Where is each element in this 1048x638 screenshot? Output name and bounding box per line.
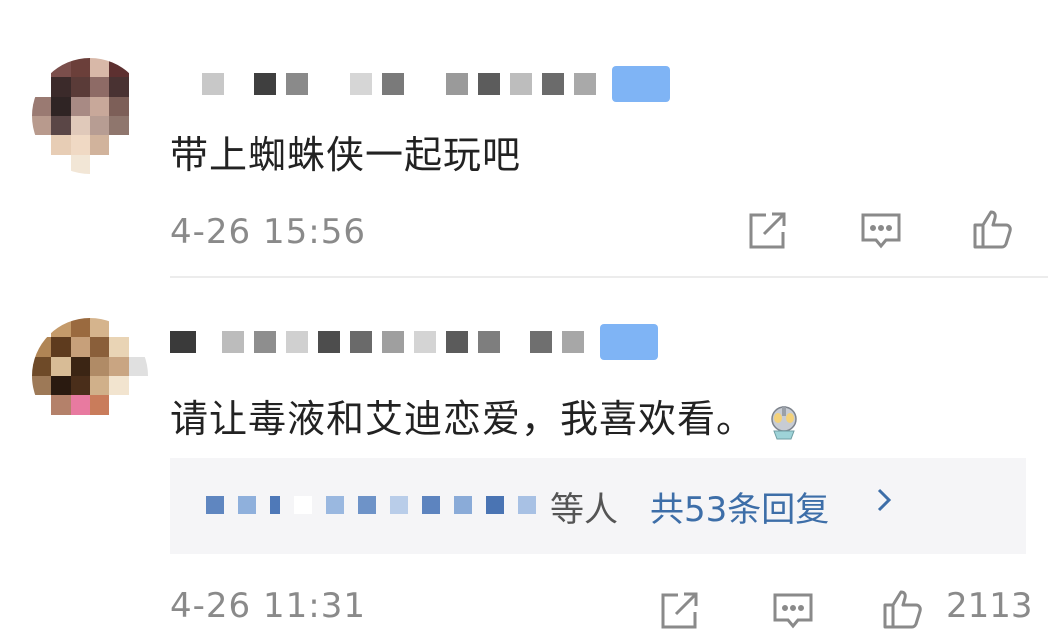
avatar-pixel [128,356,148,376]
avatar-pixel [90,77,110,97]
avatar-pixel [70,96,90,116]
avatar-pixel [90,96,110,116]
avatar-pixel [128,116,148,136]
comment-time: 4-26 15:56 [170,212,366,252]
avatar-pixel [109,356,129,376]
avatar-pixel [70,395,90,415]
share-icon[interactable] [656,588,702,634]
share-icon[interactable] [744,208,790,254]
avatar-pixel [109,96,129,116]
comment-text: 带上蜘蛛侠一起玩吧 [170,133,522,177]
avatar-pixel [70,356,90,376]
avatar-pixel [51,116,71,136]
avatar-pixel [90,356,110,376]
avatar-pixel [128,77,148,97]
avatar-pixel [109,154,129,174]
avatar-pixel [109,376,129,396]
avatar-pixel [109,135,129,155]
like-count: 2113 [946,586,1033,626]
avatar-pixel [90,318,110,338]
avatar-pixel [70,154,90,174]
avatar-pixel [128,154,148,174]
comment-text: 请让毒液和艾迪恋爱，我喜欢看。 [170,388,803,443]
username-pixelated[interactable] [170,320,668,364]
comment-icon[interactable] [858,208,904,254]
avatar-pixel [128,318,148,338]
avatar-pixel [128,96,148,116]
avatar-pixel [109,337,129,357]
reply-summary-text: 等人 [550,490,618,530]
avatar-pixel [109,77,129,97]
avatar-pixel [128,337,148,357]
avatar-pixel [128,395,148,415]
avatar-pixel [51,337,71,357]
chevron-right-icon [870,480,900,520]
avatar-pixel [32,116,52,136]
divider [170,276,1048,278]
avatar[interactable] [32,58,148,174]
avatar-pixel [70,58,90,78]
comment-text-body: 请让毒液和艾迪恋爱，我喜欢看。 [170,397,756,441]
avatar-pixel [32,96,52,116]
view-replies-link[interactable]: 共53条回复 [650,482,829,531]
avatar-pixel [51,58,71,78]
avatar-pixel [32,154,52,174]
avatar-pixel [90,395,110,415]
avatar-pixel [70,135,90,155]
avatar-pixel [32,318,52,338]
avatar-pixel [90,58,110,78]
avatar-pixel [90,414,110,434]
avatar-pixel [128,414,148,434]
reply-users-pixelated [206,496,550,514]
avatar-pixel [109,395,129,415]
avatar-pixel [128,135,148,155]
avatar-pixel [51,356,71,376]
avatar-pixel [70,376,90,396]
avatar-pixel [32,77,52,97]
avatar-pixel [90,337,110,357]
avatar-pixel [51,414,71,434]
avatar-pixel [32,395,52,415]
avatar-pixel [51,154,71,174]
avatar-pixel [51,376,71,396]
avatar-pixel [32,58,52,78]
comment-item: 带上蜘蛛侠一起玩吧 4-26 15:56 [0,0,1048,280]
avatar-pixel [90,154,110,174]
avatar-pixel [128,58,148,78]
avatar-pixel [51,395,71,415]
reply-summary-box[interactable]: 等人 共53条回复 [170,458,1026,554]
avatar-pixel [109,414,129,434]
avatar-pixel [70,116,90,136]
comment-item: 请让毒液和艾迪恋爱，我喜欢看。 等人 共53条回复 4-26 11:31 211… [0,280,1048,636]
avatar-pixel [32,337,52,357]
username-pixelated[interactable] [170,62,680,106]
like-icon[interactable] [880,586,926,632]
avatar-pixel [32,414,52,434]
avatar-pixel [70,77,90,97]
avatar-pixel [51,318,71,338]
avatar-pixel [51,96,71,116]
like-icon[interactable] [970,206,1016,252]
avatar-pixel [90,376,110,396]
avatar[interactable] [32,318,148,434]
avatar-pixel [90,135,110,155]
avatar-pixel [90,116,110,136]
avatar-pixel [70,337,90,357]
comment-time: 4-26 11:31 [170,586,366,626]
avatar-pixel [32,135,52,155]
avatar-pixel [51,135,71,155]
avatar-pixel [51,77,71,97]
avatar-pixel [128,376,148,396]
avatar-pixel [32,376,52,396]
avatar-pixel [70,414,90,434]
avatar-pixel [32,356,52,376]
avatar-pixel [109,318,129,338]
comment-icon[interactable] [770,588,816,634]
avatar-pixel [109,58,129,78]
avatar-pixel [70,318,90,338]
avatar-pixel [109,116,129,136]
ultraman-emoji [765,403,803,441]
